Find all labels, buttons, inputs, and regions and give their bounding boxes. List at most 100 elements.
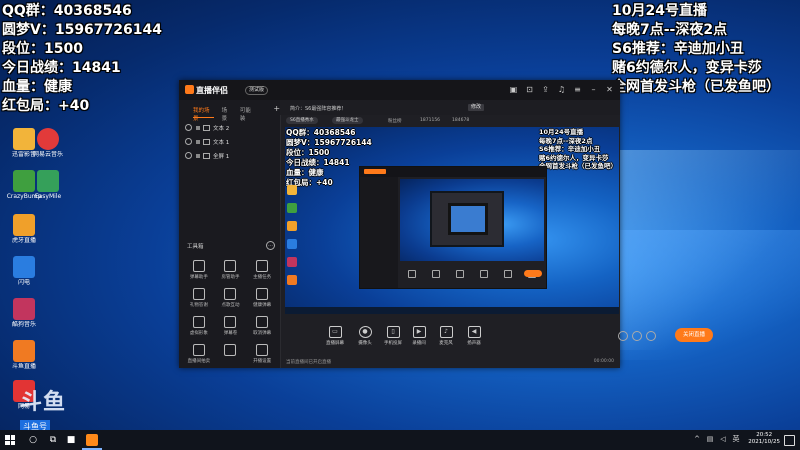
- lock-icon[interactable]: ⊡: [525, 85, 534, 94]
- search-icon[interactable]: ○: [28, 435, 38, 445]
- overlay-schedule: 每晚7点--深夜2点: [612, 22, 728, 38]
- share-icon[interactable]: ⇪: [541, 85, 550, 94]
- gift-icon[interactable]: ▣: [509, 85, 518, 94]
- settings-icon[interactable]: ≡: [573, 85, 582, 94]
- tool-icon: [224, 344, 237, 356]
- tool-item[interactable]: 弹幕助手: [183, 260, 215, 280]
- toolbox-title: 工具箱: [187, 244, 204, 250]
- fans-rank-label: 粉丝榜: [388, 119, 402, 124]
- camera-button[interactable]: ● 摄像头: [350, 326, 380, 346]
- preview-app-icon: [287, 185, 297, 195]
- tab-my-scenes[interactable]: 我的场景: [193, 106, 214, 122]
- window-titlebar: 直播伴侣 测试版 ▣ ⊡ ⇪ ♫ ≡ – ✕: [179, 80, 620, 100]
- task-icon: [256, 260, 269, 272]
- tool-item[interactable]: 开播设置: [246, 344, 278, 364]
- live-timer: 00:00:00: [593, 359, 614, 364]
- tab-scenes[interactable]: 场景: [222, 106, 232, 122]
- desktop-icon[interactable]: 虎牙直播: [4, 214, 44, 244]
- record-button[interactable]: ▶ 录播间: [404, 326, 434, 346]
- eye-icon[interactable]: [185, 124, 192, 131]
- file-explorer-icon[interactable]: ■: [66, 435, 76, 445]
- overlay-bet: 赌6约德尔人，变异卡莎: [612, 60, 762, 76]
- stop-live-button[interactable]: 关闭直播: [675, 328, 713, 342]
- overlay-wechat: 圆梦V：15967726144: [2, 22, 162, 38]
- nested-control-icon: [456, 270, 464, 278]
- nested-control-icon: [504, 270, 512, 278]
- avatar-icon: [192, 316, 205, 328]
- tool-item[interactable]: 主播任务: [246, 260, 278, 280]
- tag-pill[interactable]: S6直播秀水: [286, 117, 318, 124]
- overlay-redpacket: 红包局：+40: [2, 98, 90, 114]
- stream-overlay-left: QQ群：40368546 圆梦V：15967726144 段位：1500 今日战…: [2, 2, 162, 116]
- auction-icon: [192, 344, 205, 356]
- screen-source-icon: [203, 153, 210, 159]
- app-logo-icon: [185, 85, 194, 94]
- notification-icon[interactable]: [784, 435, 795, 446]
- eye-icon[interactable]: [185, 138, 192, 145]
- clock-time: 20:52: [756, 432, 773, 438]
- desktop-icon[interactable]: EasyMile: [28, 170, 68, 200]
- source-item[interactable]: 文本 1: [185, 136, 280, 150]
- window-controls: ▣ ⊡ ⇪ ♫ ≡ – ✕: [509, 85, 614, 94]
- gear-icon[interactable]: [646, 331, 656, 341]
- minimize-icon[interactable]: –: [589, 85, 598, 94]
- close-icon[interactable]: ✕: [605, 85, 614, 94]
- overlay-qq-group: QQ群：40368546: [2, 3, 132, 19]
- shandian-icon: [13, 256, 35, 278]
- easymile-icon: [37, 170, 59, 192]
- volume-icon[interactable]: ◁: [719, 435, 727, 443]
- tab-extras[interactable]: 可能装: [240, 106, 255, 122]
- tool-item[interactable]: 弹幕卷: [215, 316, 247, 336]
- desktop-icon[interactable]: 闪电: [4, 256, 44, 286]
- bell-icon[interactable]: ♫: [557, 85, 566, 94]
- network-icon[interactable]: ▤: [706, 435, 714, 443]
- task-view-icon[interactable]: ⧉: [48, 435, 58, 445]
- source-item[interactable]: 全屏 1: [185, 150, 280, 164]
- live-companion-taskbar-icon[interactable]: [86, 434, 98, 446]
- source-item[interactable]: 文本 2: [185, 122, 280, 136]
- room-id-stat: 1871156: [420, 118, 441, 123]
- desktop-icon[interactable]: 网易云音乐: [28, 128, 68, 158]
- microphone-button[interactable]: ♪ 麦克风: [431, 326, 461, 346]
- preview-app-icon: [287, 275, 297, 285]
- chevron-up-icon[interactable]: ^: [693, 435, 701, 443]
- tool-item[interactable]: 礼物答谢: [183, 288, 215, 308]
- gift-thanks-icon: [192, 288, 205, 300]
- scene-sidebar: 我的场景 场景 可能装 + 文本 2 文本 1 全屏 1 工具箱 … 弹幕助手 …: [179, 100, 281, 368]
- toolbox-more-icon[interactable]: …: [266, 241, 275, 250]
- tool-item[interactable]: 取消弹幕: [246, 316, 278, 336]
- eye-icon[interactable]: [185, 152, 192, 159]
- screen-capture-button[interactable]: ▭ 直播屏幕: [320, 326, 350, 346]
- tool-item[interactable]: [215, 344, 247, 364]
- eye-icon[interactable]: [632, 331, 642, 341]
- lock-icon[interactable]: [196, 126, 200, 130]
- nested-logo-icon: [364, 169, 386, 174]
- edit-announcement-button[interactable]: 修改: [468, 104, 485, 111]
- taskbar-clock[interactable]: 20:52 2021/10/25: [748, 432, 780, 446]
- nested-control-icon: [432, 270, 440, 278]
- tool-item[interactable]: 点歌互动: [215, 288, 247, 308]
- danmaku-icon: [192, 260, 205, 272]
- input-method-icon[interactable]: 英: [732, 435, 740, 443]
- desktop-icon[interactable]: 酷狗音乐: [4, 298, 44, 328]
- tag-pill[interactable]: 最强斗龙士: [332, 117, 363, 124]
- nested-titlebar: [360, 167, 546, 177]
- windows-start-icon[interactable]: [5, 435, 15, 445]
- clock-date: 2021/10/25: [748, 439, 780, 445]
- preview-app-icon: [287, 203, 297, 213]
- video-icon[interactable]: [618, 331, 628, 341]
- desktop-icon[interactable]: 斗鱼直播: [4, 340, 44, 370]
- admin-icon: [224, 260, 237, 272]
- nested-live-button: [524, 270, 542, 277]
- speaker-button[interactable]: ◀ 扬声器: [459, 326, 489, 346]
- tool-item[interactable]: 房管助手: [215, 260, 247, 280]
- add-scene-icon[interactable]: +: [273, 105, 280, 118]
- health-icon: [256, 288, 269, 300]
- stream-preview[interactable]: QQ群：40368546 圆梦V：15967726144 段位：1500 今日战…: [285, 127, 619, 314]
- tool-item[interactable]: 直播间拍卖: [183, 344, 215, 364]
- lock-icon[interactable]: [196, 140, 200, 144]
- tool-item[interactable]: 健康弹幕: [246, 288, 278, 308]
- lock-icon[interactable]: [196, 154, 200, 158]
- source-list: 文本 2 文本 1 全屏 1: [179, 118, 280, 164]
- tool-item[interactable]: 虚拟形象: [183, 316, 215, 336]
